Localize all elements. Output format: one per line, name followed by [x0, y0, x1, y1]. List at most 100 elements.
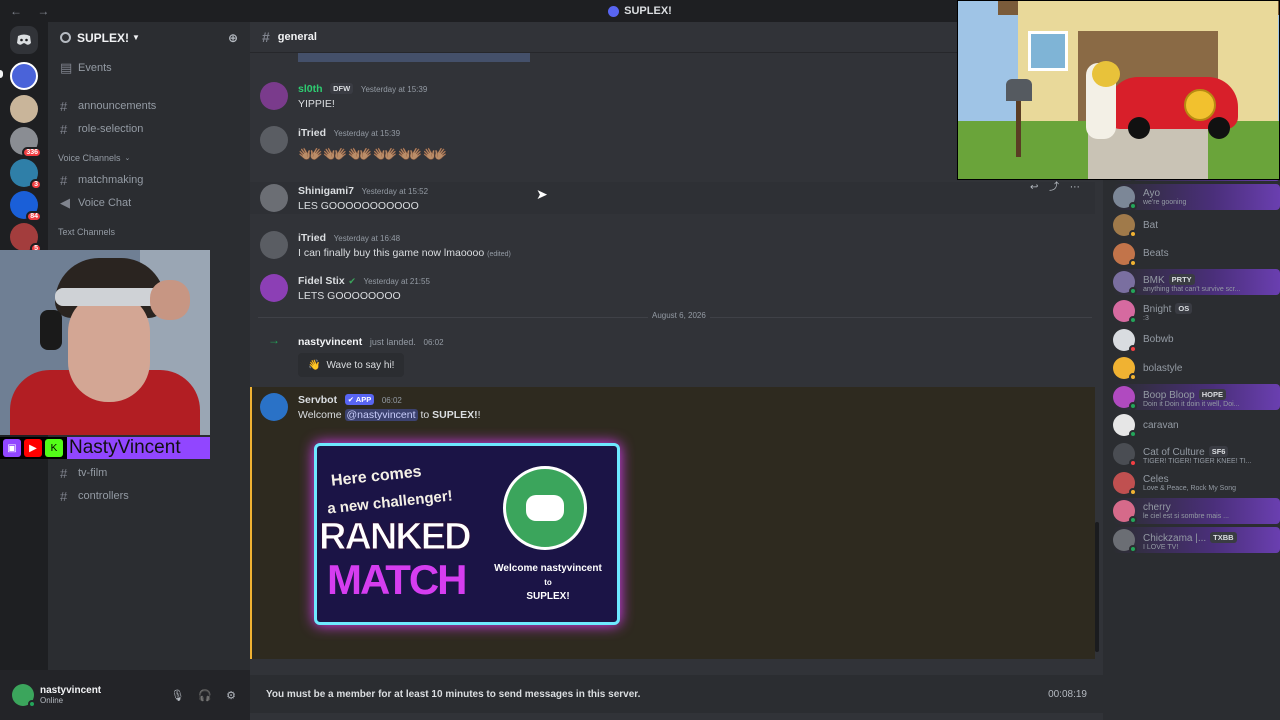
avatar[interactable]: [260, 184, 288, 212]
chevron-down-icon: ⌄: [124, 155, 131, 162]
message-author[interactable]: sl0th: [298, 83, 323, 95]
avatar[interactable]: [1113, 242, 1137, 267]
unread-badge: 336: [22, 147, 42, 158]
banner-text: a new challenger!: [326, 487, 454, 518]
avatar[interactable]: [1113, 214, 1137, 239]
server-icon-3[interactable]: 336: [10, 127, 42, 158]
avatar[interactable]: [1113, 528, 1137, 553]
message-text: LETS GOOOOOOOO: [298, 290, 401, 302]
avatar[interactable]: [1113, 414, 1137, 439]
member-item[interactable]: cherry le ciel est si sombre mais ...: [1113, 498, 1280, 525]
member-name: Boop Bloop: [1143, 389, 1195, 401]
message[interactable]: Shinigami7 Yesterday at 15:52 LES GOOOOO…: [250, 182, 1095, 214]
avatar[interactable]: [1113, 328, 1137, 353]
avatar[interactable]: [1113, 271, 1137, 296]
image-attachment[interactable]: [298, 53, 530, 62]
join-text: just landed.: [369, 337, 416, 347]
message-author[interactable]: Servbot: [298, 394, 337, 406]
status-icon: [1129, 287, 1137, 296]
join-message: → nastyvincent just landed. 06:02 👋 Wave…: [250, 333, 1095, 377]
hash-icon: #: [60, 172, 68, 188]
member-info: BMK PRTY anything that can't survive scr..…: [1143, 271, 1240, 293]
server-icon-6[interactable]: 5: [10, 223, 42, 254]
member-name: Celes: [1143, 473, 1169, 485]
avatar[interactable]: [1113, 185, 1137, 210]
member-item[interactable]: Bat: [1113, 212, 1280, 239]
avatar[interactable]: [12, 684, 36, 708]
avatar[interactable]: [1113, 471, 1137, 496]
user-mention[interactable]: @nastyvincent: [344, 409, 418, 421]
message-author[interactable]: Fidel Stix: [298, 275, 345, 287]
user-info[interactable]: nastyvincent Online: [40, 685, 101, 705]
member-item[interactable]: Bobwb: [1113, 327, 1280, 353]
member-name: Chickzama |...: [1143, 532, 1207, 544]
member-tag: OS: [1175, 303, 1193, 314]
avatar[interactable]: [260, 126, 288, 154]
member-name: bolastyle: [1143, 362, 1183, 374]
avatar[interactable]: [1113, 300, 1137, 324]
message-text: I can finally buy this game now lmaoooo …: [298, 247, 511, 259]
server-name: SUPLEX!: [77, 30, 130, 45]
server-icon-4[interactable]: 3: [10, 159, 42, 190]
avatar[interactable]: [1113, 443, 1137, 467]
channel-controllers[interactable]: # controllers: [48, 485, 129, 507]
avatar[interactable]: [1113, 357, 1137, 382]
nav-arrows[interactable]: ← →: [10, 4, 55, 18]
member-item[interactable]: caravan: [1113, 412, 1280, 439]
avatar[interactable]: [260, 274, 288, 302]
scrollbar[interactable]: [1095, 522, 1099, 652]
member-item[interactable]: Ayo we're gooning: [1113, 183, 1280, 210]
message-author[interactable]: Shinigami7: [298, 185, 354, 197]
bot-message[interactable]: Servbot ✔ APP 06:02 Welcome @nastyvincen…: [250, 391, 1095, 421]
member-activity: :3: [1143, 315, 1149, 322]
member-item[interactable]: Celes Love & Peace, Rock My Song: [1113, 470, 1280, 496]
message[interactable]: Fidel Stix ✔ Yesterday at 21:55 LETS GOO…: [250, 272, 1095, 302]
member-item[interactable]: bolastyle: [1113, 355, 1280, 382]
username: nastyvincent: [40, 685, 102, 696]
member-item[interactable]: BMK PRTY anything that can't survive scr..…: [1113, 269, 1280, 296]
microphone-icon[interactable]: 🎙: [170, 689, 184, 702]
avatar[interactable]: [1113, 385, 1137, 410]
message[interactable]: iTried Yesterday at 16:48 I can finally …: [250, 229, 1095, 259]
banner-text: Here comes: [330, 463, 423, 490]
chevron-down-icon: ▼: [132, 33, 140, 42]
invite-icon[interactable]: ⊕: [228, 31, 238, 45]
gear-icon[interactable]: ⚙: [226, 689, 236, 702]
channel-tv-film[interactable]: # tv-film: [48, 462, 107, 484]
channel-voice-chat[interactable]: ◀ Voice Chat: [48, 192, 250, 214]
avatar[interactable]: [260, 82, 288, 110]
server-icon-5[interactable]: 84: [10, 191, 42, 222]
channel-matchmaking[interactable]: # matchmaking: [48, 169, 250, 191]
message-author[interactable]: nastyvincent: [298, 336, 362, 348]
channel-role-selection[interactable]: # role-selection: [48, 118, 250, 140]
server-header[interactable]: SUPLEX! ▼ ⊕: [48, 22, 250, 53]
member-item[interactable]: Beats: [1113, 241, 1280, 267]
wave-button[interactable]: 👋 Wave to say hi!: [298, 353, 405, 377]
youtube-icon: ▶: [24, 439, 42, 457]
status-icon: [1129, 258, 1137, 267]
server-icon-2[interactable]: [10, 95, 38, 123]
category-voice-channels[interactable]: Voice Channels ⌄: [48, 148, 250, 168]
channel-announcements[interactable]: # announcements: [48, 95, 250, 117]
kick-icon: K: [45, 439, 63, 457]
member-name: Bnight: [1143, 304, 1172, 315]
timestamp: 06:02: [423, 338, 444, 347]
member-item[interactable]: Cat of Culture SF6 TIGER! TIGER! TIGER KNE…: [1113, 441, 1280, 467]
member-item[interactable]: Chickzama |... TXBB I LOVE TV!: [1113, 526, 1280, 553]
server-suplex-icon[interactable]: [10, 62, 38, 90]
channel-label: Voice Chat: [78, 197, 132, 209]
member-item[interactable]: Bnight OS :3: [1113, 298, 1280, 324]
discord-home-icon[interactable]: [10, 26, 38, 54]
streamer-name: NastyVincent: [67, 437, 210, 459]
category-text-channels[interactable]: Text Channels: [48, 222, 250, 242]
member-item[interactable]: Boop Bloop HOPE Doin it Doin it doin it we…: [1113, 383, 1280, 410]
channel-events[interactable]: ▤ Events: [48, 57, 250, 79]
welcome-banner-image[interactable]: Here comes a new challenger! RANKED MATC…: [314, 443, 620, 625]
avatar[interactable]: [260, 231, 288, 259]
message-hover-toolbar[interactable]: ↩ ⤴ ⋯: [1030, 178, 1084, 193]
headphones-icon[interactable]: 🎧: [198, 689, 212, 702]
avatar[interactable]: [260, 393, 288, 421]
message-author[interactable]: iTried: [298, 127, 326, 139]
avatar[interactable]: [1113, 500, 1137, 525]
message-author[interactable]: iTried: [298, 232, 326, 244]
